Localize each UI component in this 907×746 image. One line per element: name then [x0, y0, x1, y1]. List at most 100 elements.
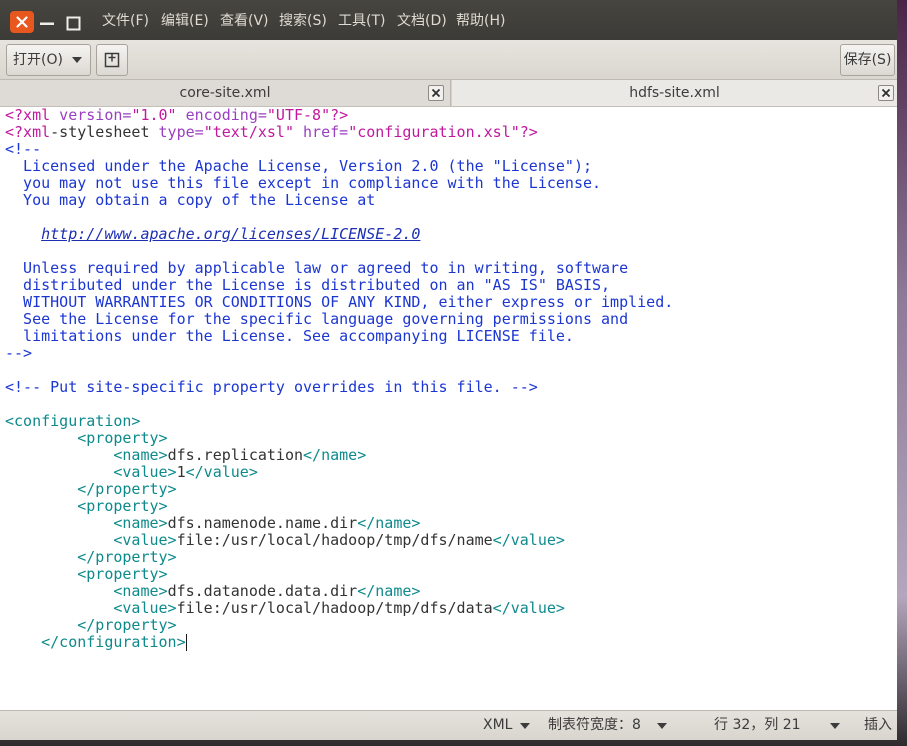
tab-hdfs-site[interactable]: hdfs-site.xml: [452, 80, 897, 106]
code-token: -stylesheet: [50, 123, 150, 141]
code-token: href=: [294, 123, 349, 141]
code-token: <name>: [5, 514, 168, 532]
tab-width-label: 制表符宽度：8: [548, 717, 641, 733]
tab-bar: core-site.xml hdfs-site.xml: [0, 80, 897, 106]
code-token: </value>: [492, 531, 565, 549]
menu-bar: 文件(F) 编辑(E) 查看(V) 搜索(S) 工具(T) 文档(D) 帮助(H…: [102, 0, 515, 40]
code-line[interactable]: [5, 243, 897, 260]
tab-close-button[interactable]: [428, 85, 444, 101]
code-line[interactable]: <name>dfs.namenode.name.dir</name>: [5, 515, 897, 532]
open-button-label: 打开(O): [13, 52, 63, 68]
code-line[interactable]: <property>: [5, 566, 897, 583]
tab-core-site[interactable]: core-site.xml: [0, 80, 451, 106]
code-token: </value>: [492, 599, 565, 617]
gedit-window: 文件(F) 编辑(E) 查看(V) 搜索(S) 工具(T) 文档(D) 帮助(H…: [0, 0, 897, 740]
code-line[interactable]: See the License for the specific languag…: [5, 311, 897, 328]
code-line[interactable]: </configuration>: [5, 634, 897, 651]
code-line[interactable]: <name>dfs.datanode.data.dir</name>: [5, 583, 897, 600]
code-token: 1: [176, 463, 186, 481]
code-line[interactable]: limitations under the License. See accom…: [5, 328, 897, 345]
code-token: file:/usr/local/hadoop/tmp/dfs/name: [176, 531, 493, 549]
tab-width-selector[interactable]: 制表符宽度：8: [543, 711, 673, 740]
code-line[interactable]: <value>file:/usr/local/hadoop/tmp/dfs/da…: [5, 600, 897, 617]
chevron-down-icon: [830, 723, 840, 729]
chevron-down-icon-shape: [72, 57, 82, 63]
code-line[interactable]: WITHOUT WARRANTIES OR CONDITIONS OF ANY …: [5, 294, 897, 311]
chevron-down-icon-shape: [830, 723, 840, 729]
new-document-button[interactable]: [96, 44, 128, 76]
code-line[interactable]: <name>dfs.replication</name>: [5, 447, 897, 464]
code-token: </property>: [5, 616, 177, 634]
editor-text-area[interactable]: <?xml version="1.0" encoding="UTF-8"?> <?…: [0, 106, 897, 710]
code-line[interactable]: <?xml version="1.0" encoding="UTF-8"?>: [5, 107, 897, 124]
code-token: dfs.replication: [167, 446, 304, 464]
code-token: file:/usr/local/hadoop/tmp/dfs/data: [176, 599, 493, 617]
code-token: Unless required by applicable law or agr…: [5, 259, 629, 277]
tab-close-button[interactable]: [878, 85, 894, 101]
save-button-label: 保存(S): [843, 52, 892, 68]
code-token: <property>: [5, 429, 168, 447]
code-line[interactable]: Unless required by applicable law or agr…: [5, 260, 897, 277]
menu-file[interactable]: 文件(F): [102, 10, 161, 30]
code-token: limitations under the License. See accom…: [5, 327, 574, 345]
code-line[interactable]: Licensed under the Apache License, Versi…: [5, 158, 897, 175]
code-line[interactable]: <configuration>: [5, 413, 897, 430]
code-line[interactable]: </property>: [5, 481, 897, 498]
code-token: "UTF-8": [266, 106, 331, 124]
code-line[interactable]: <value>1</value>: [5, 464, 897, 481]
code-line[interactable]: <property>: [5, 498, 897, 515]
code-line[interactable]: You may obtain a copy of the License at: [5, 192, 897, 209]
close-icon-shape: [431, 88, 441, 98]
tab-label: hdfs-site.xml: [629, 85, 720, 101]
code-line[interactable]: you may not use this file except in comp…: [5, 175, 897, 192]
code-token: See the License for the specific languag…: [5, 310, 629, 328]
code-token: </property>: [5, 480, 177, 498]
code-token: </configuration>: [5, 633, 186, 651]
code-line[interactable]: [5, 396, 897, 413]
code-token: -->: [5, 344, 33, 362]
menu-tools[interactable]: 工具(T): [338, 10, 397, 30]
code-token: </name>: [357, 582, 421, 600]
code-token: dfs.datanode.data.dir: [167, 582, 358, 600]
code-token: <name>: [5, 446, 168, 464]
save-button[interactable]: 保存(S): [840, 44, 895, 76]
text-cursor: [185, 634, 187, 651]
chevron-down-icon: [72, 57, 82, 63]
close-icon: [881, 88, 891, 98]
menu-search[interactable]: 搜索(S): [279, 10, 338, 30]
code-line[interactable]: [5, 362, 897, 379]
code-line[interactable]: </property>: [5, 549, 897, 566]
insert-mode-indicator: 插入: [859, 711, 895, 740]
language-selector[interactable]: XML: [478, 711, 536, 740]
status-bar: XML 制表符宽度：8 行 32，列 21 插入: [0, 710, 897, 740]
window-maximize-button[interactable]: [63, 12, 83, 32]
window-close-button[interactable]: [10, 11, 34, 33]
code-line[interactable]: <!--: [5, 141, 897, 158]
code-line[interactable]: http://www.apache.org/licenses/LICENSE-2…: [5, 226, 897, 243]
code-token: encoding=: [176, 106, 267, 124]
window-minimize-button[interactable]: [38, 12, 58, 32]
menu-view[interactable]: 查看(V): [220, 10, 279, 30]
cursor-position-button[interactable]: 行 32，列 21: [709, 711, 846, 740]
menu-edit[interactable]: 编辑(E): [161, 10, 220, 30]
open-button[interactable]: 打开(O): [6, 44, 91, 76]
maximize-icon: [66, 16, 81, 31]
menu-help[interactable]: 帮助(H): [456, 10, 515, 30]
title-bar[interactable]: 文件(F) 编辑(E) 查看(V) 搜索(S) 工具(T) 文档(D) 帮助(H…: [0, 0, 897, 40]
code-line[interactable]: </property>: [5, 617, 897, 634]
code-token: "configuration.xsl": [348, 123, 520, 141]
code-token: type=: [149, 123, 204, 141]
code-token: </name>: [357, 514, 421, 532]
code-token: <property>: [5, 497, 168, 515]
code-line[interactable]: <!-- Put site-specific property override…: [5, 379, 897, 396]
code-line[interactable]: distributed under the License is distrib…: [5, 277, 897, 294]
menu-documents[interactable]: 文档(D): [397, 10, 456, 30]
code-line[interactable]: <value>file:/usr/local/hadoop/tmp/dfs/na…: [5, 532, 897, 549]
code-line[interactable]: [5, 209, 897, 226]
close-icon: [431, 88, 441, 98]
code-line[interactable]: -->: [5, 345, 897, 362]
insert-mode-label: 插入: [864, 717, 892, 733]
code-line[interactable]: <?xml-stylesheet type="text/xsl" href="c…: [5, 124, 897, 141]
code-line[interactable]: <property>: [5, 430, 897, 447]
